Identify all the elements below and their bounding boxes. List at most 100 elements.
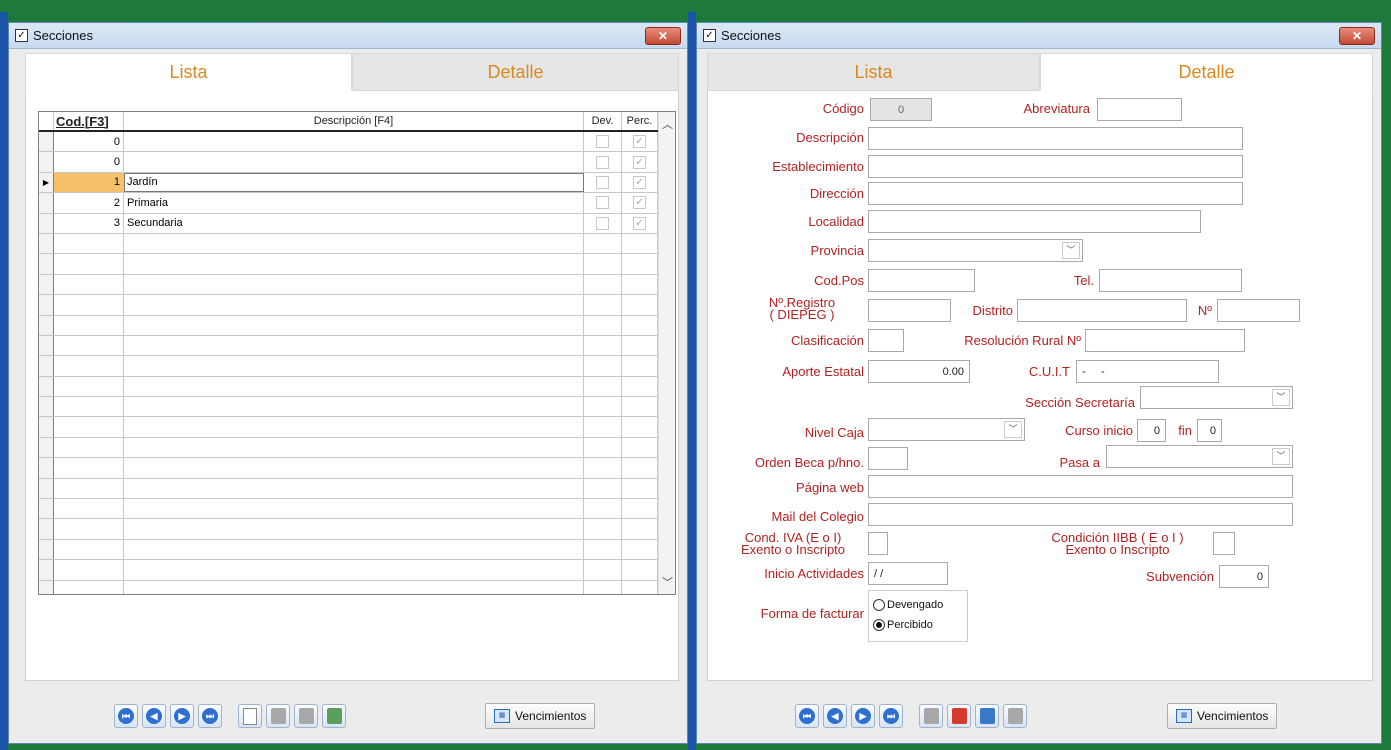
table-row[interactable] (39, 519, 675, 540)
pagina-web-field[interactable] (868, 475, 1293, 498)
subvencion-field[interactable]: 0 (1219, 565, 1269, 588)
seccion-secretaria-select[interactable]: ﹀ (1140, 386, 1293, 409)
table-row[interactable]: 3 Secundaria ✓ (39, 213, 675, 234)
row-code (54, 560, 124, 580)
row-description (124, 397, 584, 417)
new-button[interactable] (238, 704, 262, 728)
table-row[interactable] (39, 417, 675, 438)
table-row[interactable]: 0 ✓ (39, 132, 675, 153)
last-record-button[interactable]: ⏭ (879, 704, 903, 728)
chevron-down-icon: ﹀ (1272, 448, 1290, 465)
first-record-button[interactable]: ⏮ (795, 704, 819, 728)
cuit-field[interactable]: - - (1076, 360, 1219, 383)
perc-checkbox[interactable]: ✓ (633, 155, 646, 169)
last-record-button[interactable]: ⏭ (198, 704, 222, 728)
header-perc[interactable]: Perc. (622, 112, 658, 130)
orden-beca-field[interactable] (868, 447, 908, 470)
codigo-field[interactable]: 0 (870, 98, 932, 121)
table-row[interactable] (39, 233, 675, 255)
descripcion-field[interactable] (868, 127, 1243, 150)
label-inicio-actividades: Inicio Actividades (764, 566, 864, 581)
dev-checkbox[interactable] (596, 216, 609, 230)
vencimientos-button[interactable]: ▦ Vencimientos (1167, 703, 1278, 729)
inicio-actividades-field[interactable]: / / (868, 562, 948, 585)
perc-checkbox[interactable]: ✓ (633, 216, 646, 230)
table-row[interactable] (39, 335, 675, 357)
scroll-down-icon[interactable]: ﹀ (662, 574, 673, 590)
grid-scrollbar[interactable]: ︿ ﹀ (658, 112, 675, 594)
table-row[interactable] (39, 315, 675, 336)
table-row[interactable] (39, 499, 675, 520)
close-button[interactable]: ✕ (1339, 27, 1375, 45)
table-row[interactable]: ▶ 1 Jardín ✓ (39, 172, 675, 194)
table-row[interactable] (39, 458, 675, 479)
first-record-button[interactable]: ⏮ (114, 704, 138, 728)
table-row[interactable] (39, 580, 675, 594)
perc-checkbox[interactable]: ✓ (633, 196, 646, 210)
cancel-button[interactable] (1003, 704, 1027, 728)
tel-field[interactable] (1099, 269, 1242, 292)
dev-checkbox[interactable] (596, 155, 609, 169)
secciones-grid[interactable]: Cod.[F3] Descripción [F4] Dev. Perc. 0 ✓ 0… (38, 111, 676, 595)
cond-iibb-field[interactable] (1213, 532, 1235, 555)
nivel-caja-select[interactable]: ﹀ (868, 418, 1025, 441)
perc-checkbox[interactable]: ✓ (633, 175, 646, 189)
table-row[interactable] (39, 437, 675, 459)
direccion-field[interactable] (868, 182, 1243, 205)
registro-field[interactable] (868, 299, 951, 322)
header-dev[interactable]: Dev. (584, 112, 622, 130)
clasificacion-field[interactable] (868, 329, 904, 352)
localidad-field[interactable] (868, 210, 1201, 233)
prev-record-button[interactable]: ◀ (142, 704, 166, 728)
recycle-button[interactable] (322, 704, 346, 728)
tab-lista[interactable]: Lista (25, 53, 352, 91)
radio-percibido[interactable]: Percibido (873, 615, 963, 635)
next-record-button[interactable]: ▶ (170, 704, 194, 728)
delete-button[interactable] (947, 704, 971, 728)
table-row[interactable] (39, 254, 675, 275)
new-button[interactable] (919, 704, 943, 728)
save-button[interactable] (975, 704, 999, 728)
tab-detalle[interactable]: Detalle (352, 53, 679, 91)
table-row[interactable]: 2 Primaria ✓ (39, 193, 675, 214)
fin-field[interactable]: 0 (1197, 419, 1222, 442)
header-cod[interactable]: Cod.[F3] (54, 112, 124, 130)
distrito-field[interactable] (1017, 299, 1187, 322)
table-row[interactable] (39, 397, 675, 418)
dev-checkbox[interactable] (596, 135, 609, 149)
table-row[interactable] (39, 274, 675, 296)
save-button[interactable] (294, 704, 318, 728)
table-row[interactable] (39, 376, 675, 398)
perc-checkbox[interactable]: ✓ (633, 135, 646, 149)
dev-checkbox[interactable] (596, 175, 609, 189)
mail-field[interactable] (868, 503, 1293, 526)
scroll-up-icon[interactable]: ︿ (662, 116, 673, 132)
pasa-a-select[interactable]: ﹀ (1106, 445, 1293, 468)
curso-inicio-field[interactable]: 0 (1137, 419, 1166, 442)
numero-field[interactable] (1217, 299, 1300, 322)
table-row[interactable] (39, 560, 675, 581)
delete-button[interactable] (266, 704, 290, 728)
provincia-select[interactable]: ﹀ (868, 239, 1083, 262)
codpos-field[interactable] (868, 269, 975, 292)
next-record-button[interactable]: ▶ (851, 704, 875, 728)
table-row[interactable] (39, 539, 675, 561)
establecimiento-field[interactable] (868, 155, 1243, 178)
table-row[interactable]: 0 ✓ (39, 152, 675, 173)
abreviatura-field[interactable] (1097, 98, 1182, 121)
dev-checkbox[interactable] (596, 196, 609, 210)
tab-detalle[interactable]: Detalle (1040, 53, 1373, 91)
table-row[interactable] (39, 295, 675, 316)
label-nivel-caja: Nivel Caja (804, 425, 864, 440)
vencimientos-button[interactable]: ▦ Vencimientos (485, 703, 596, 729)
resolucion-field[interactable] (1085, 329, 1245, 352)
prev-record-button[interactable]: ◀ (823, 704, 847, 728)
tab-lista[interactable]: Lista (707, 53, 1040, 91)
header-descripcion[interactable]: Descripción [F4] (124, 112, 584, 130)
table-row[interactable] (39, 356, 675, 377)
aporte-field[interactable]: 0.00 (868, 360, 970, 383)
cond-iva-field[interactable] (868, 532, 888, 555)
table-row[interactable] (39, 478, 675, 500)
radio-devengado[interactable]: Devengado (873, 595, 963, 615)
close-button[interactable]: ✕ (645, 27, 681, 45)
